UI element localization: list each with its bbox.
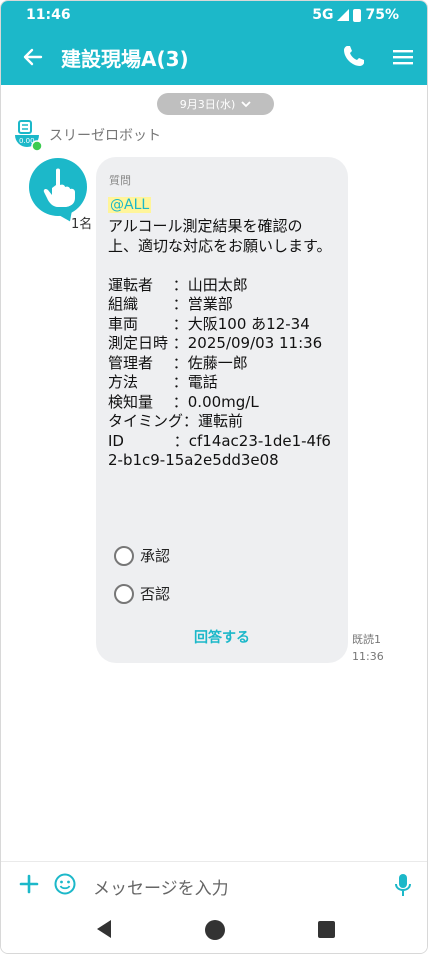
sender-name: スリーゼロボット: [49, 128, 161, 144]
read-status: 既読1: [352, 633, 381, 646]
emoji-icon[interactable]: [53, 872, 77, 896]
option-reject[interactable]: 否認: [114, 583, 170, 604]
nav-home-icon[interactable]: [205, 920, 225, 940]
bot-logo-icon: 0.00: [15, 120, 43, 151]
nav-back-icon[interactable]: [95, 919, 113, 939]
status-right: 5G 75%: [312, 7, 399, 23]
option-approve[interactable]: 承認: [114, 545, 170, 566]
mention-tag: @ALL: [108, 197, 152, 213]
recipient-count: 1名: [71, 217, 93, 232]
app-bar: 建設現場A(3): [1, 29, 427, 85]
system-nav-bar: [1, 907, 427, 953]
signal-icon: [337, 9, 350, 21]
message-bubble: 質問 @ALL アルコール測定結果を確認の上、適切な対応をお願いします。 運転者…: [96, 157, 348, 663]
read-info: 既読1 11:36: [352, 631, 384, 665]
pointing-hand-icon: [43, 168, 75, 207]
menu-icon[interactable]: [389, 43, 417, 71]
answer-button[interactable]: 回答する: [96, 627, 348, 647]
mic-icon[interactable]: [393, 872, 413, 898]
date-chip[interactable]: 9月3日(水): [157, 93, 274, 115]
app-window: 11:46 5G 75% 建設現場A(3) 9月3日(水) 0.00 スリーゼロ…: [0, 0, 428, 954]
battery-icon: [353, 8, 362, 22]
battery-label: 75%: [365, 7, 399, 23]
status-time: 11:46: [26, 7, 71, 23]
message-category: 質問: [109, 174, 131, 187]
option-label: 否認: [140, 585, 171, 603]
message-input[interactable]: メッセージを入力: [93, 874, 229, 899]
chevron-down-icon: [241, 101, 251, 108]
network-label: 5G: [312, 7, 334, 23]
sent-time: 11:36: [352, 650, 384, 663]
phone-icon[interactable]: [339, 41, 369, 71]
bot-avatar: [29, 158, 87, 216]
back-arrow-icon[interactable]: [17, 41, 49, 73]
radio-button[interactable]: [114, 545, 134, 566]
status-bar: 11:46 5G 75%: [1, 1, 427, 29]
plus-icon[interactable]: [17, 872, 41, 896]
message-body: アルコール測定結果を確認の上、適切な対応をお願いします。 運転者 ：山田太郎 組…: [108, 217, 332, 469]
sender-row: 0.00 スリーゼロボット: [15, 119, 161, 151]
message-input-bar: メッセージを入力: [1, 861, 427, 907]
radio-button[interactable]: [114, 583, 134, 604]
nav-recents-icon[interactable]: [318, 921, 335, 938]
date-label: 9月3日(水): [179, 98, 236, 111]
chat-title: 建設現場A(3): [61, 47, 189, 71]
option-label: 承認: [140, 547, 171, 565]
